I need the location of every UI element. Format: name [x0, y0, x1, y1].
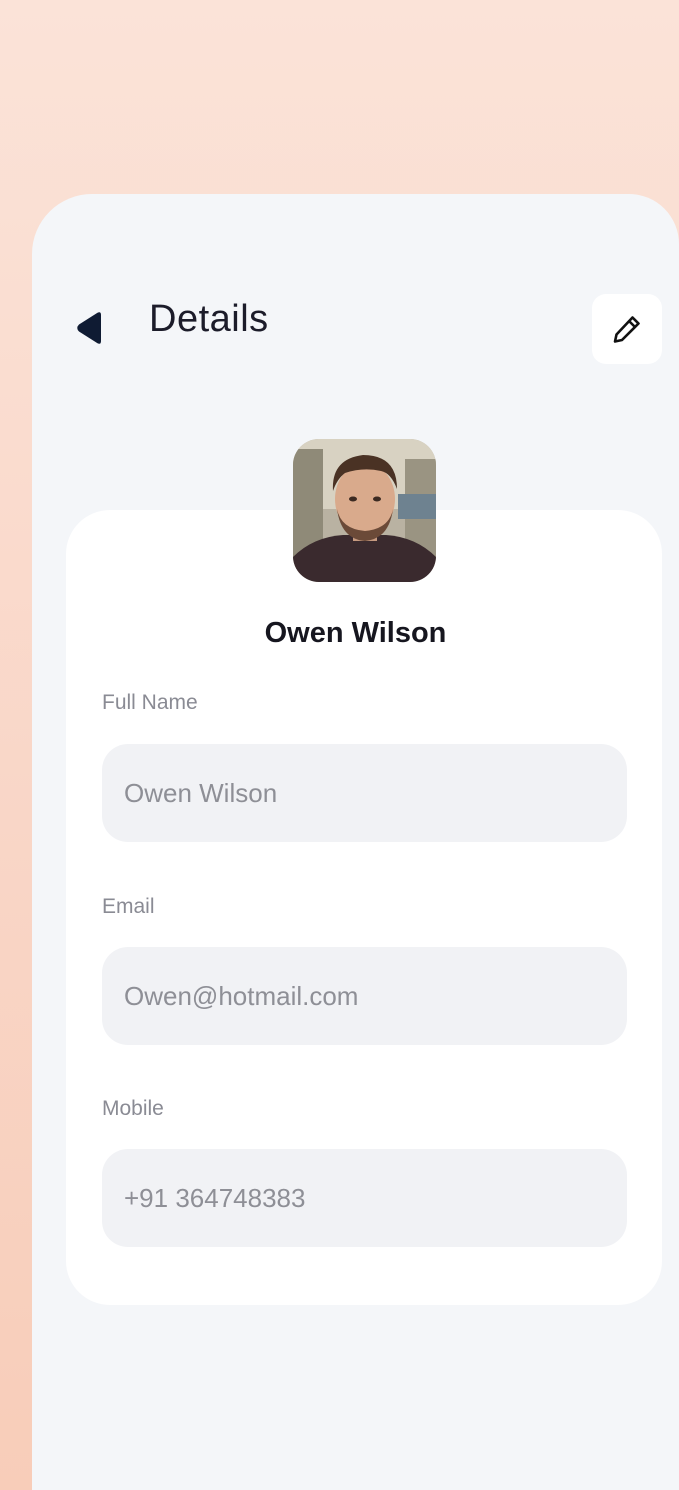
pencil-icon [613, 316, 640, 343]
email-label: Email [102, 895, 155, 918]
page-title: Details [149, 298, 269, 340]
mobile-label: Mobile [102, 1097, 164, 1120]
email-field[interactable]: Owen@hotmail.com [102, 947, 627, 1045]
avatar [293, 439, 436, 582]
back-button[interactable] [74, 308, 104, 348]
back-arrow-icon [77, 312, 101, 344]
edit-button[interactable] [592, 294, 662, 364]
profile-name: Owen Wilson [264, 617, 447, 649]
full-name-label: Full Name [102, 691, 198, 714]
profile-photo [293, 439, 436, 582]
app-screen: Details Owen Wilson Full Name Owen Wilso… [32, 194, 679, 1490]
full-name-field[interactable]: Owen Wilson [102, 744, 627, 842]
mobile-field[interactable]: +91 364748383 [102, 1149, 627, 1247]
